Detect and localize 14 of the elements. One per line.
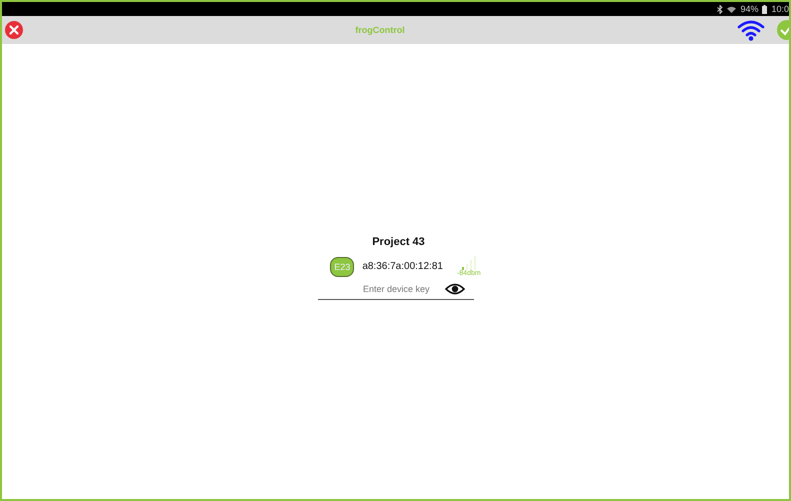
- signal-icon: [460, 256, 477, 270]
- wifi-icon: [727, 6, 736, 12]
- device-address: a8:36:7a:00:12:81: [362, 261, 443, 272]
- clock: 10:0: [771, 4, 789, 14]
- project-name: Project 43: [372, 236, 425, 248]
- eye-icon[interactable]: [444, 283, 464, 295]
- device-badge: E23: [330, 256, 354, 276]
- app-title: frogControl: [354, 25, 406, 35]
- device-key-field[interactable]: Enter device key: [318, 279, 474, 300]
- wifi-icon[interactable]: [737, 19, 765, 41]
- battery-percent: 94%: [740, 4, 758, 14]
- battery-icon: [762, 4, 768, 14]
- bluetooth-icon: [717, 4, 724, 14]
- close-icon[interactable]: [5, 21, 23, 39]
